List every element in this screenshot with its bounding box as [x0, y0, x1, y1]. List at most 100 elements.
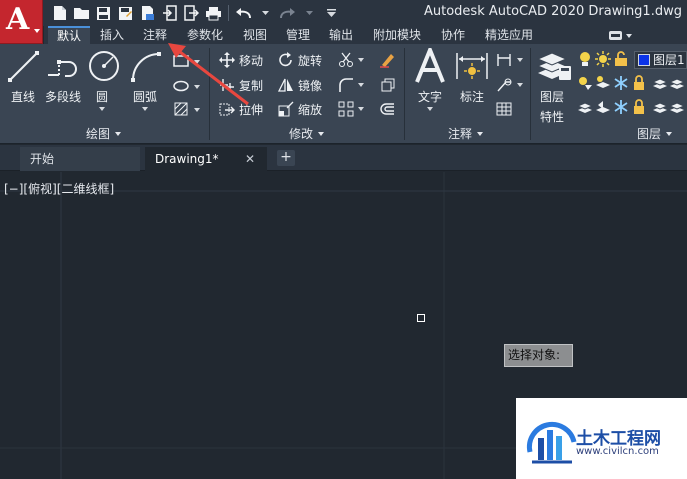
undo-dropdown-icon[interactable] [256, 4, 275, 22]
add-tab-button[interactable]: + [277, 150, 295, 166]
layer-lock-icon[interactable] [630, 98, 648, 116]
line-tool-label: 直线 [10, 90, 35, 104]
export-icon[interactable] [182, 4, 201, 22]
application-menu-button[interactable]: A [0, 0, 43, 44]
mirror-tool-button[interactable]: 镜像 [277, 75, 322, 95]
import-icon[interactable] [160, 4, 179, 22]
new-icon[interactable] [50, 4, 69, 22]
layer-match-icon[interactable] [576, 98, 594, 116]
layer-thaw-icon[interactable] [594, 50, 612, 68]
dimension-tool-button[interactable]: 标注 [452, 48, 492, 105]
redo-dropdown-icon[interactable] [300, 4, 319, 22]
chevron-down-icon[interactable] [517, 58, 523, 62]
dimension-tool-label: 标注 [459, 90, 484, 104]
layer-dropdown[interactable]: 图层1 [634, 51, 687, 69]
fillet-icon[interactable] [337, 76, 355, 94]
layer-off-icon[interactable] [576, 74, 594, 92]
dimension-icon [454, 48, 490, 84]
layer-walk-icon[interactable] [651, 74, 669, 92]
arc-tool-button[interactable]: 圆弧 [128, 48, 162, 111]
rectangle-icon[interactable] [172, 52, 190, 70]
customize-icon[interactable] [322, 4, 341, 22]
copy-tool-button[interactable]: 复制 [218, 75, 263, 95]
redo-icon[interactable] [278, 4, 297, 22]
chevron-down-icon[interactable] [194, 60, 200, 64]
offset-icon[interactable] [378, 100, 396, 118]
tab-parametric[interactable]: 参数化 [178, 26, 232, 44]
layer-calculator-icon[interactable] [556, 64, 574, 82]
tab-output[interactable]: 输出 [321, 26, 361, 44]
copy-tool-label: 复制 [239, 78, 264, 93]
print-icon[interactable] [204, 4, 223, 22]
open-icon[interactable] [72, 4, 91, 22]
leader-icon[interactable] [495, 76, 513, 94]
layer-unlock-icon[interactable] [612, 50, 630, 68]
circle-tool-button[interactable]: 圆 [86, 48, 119, 111]
close-icon[interactable]: ✕ [245, 147, 255, 171]
save-icon[interactable] [94, 4, 113, 22]
text-tool-button[interactable]: 文字 [410, 48, 450, 111]
line-tool-button[interactable]: 直线 [6, 48, 40, 105]
chevron-down-icon[interactable] [358, 83, 364, 87]
layer-previous-icon[interactable] [594, 98, 612, 116]
panel-divider [404, 48, 405, 140]
ellipse-icon[interactable] [172, 77, 190, 95]
chevron-down-icon[interactable] [358, 107, 364, 111]
circle-icon [86, 48, 122, 84]
scale-tool-button[interactable]: 缩放 [277, 99, 322, 119]
title-bar: Autodesk AutoCAD 2020 Drawing1.dwg [0, 0, 687, 26]
tab-insert[interactable]: 插入 [92, 26, 132, 44]
layer-properties-button[interactable]: 图层 特性 [534, 48, 570, 125]
file-tab-start[interactable]: 开始 [20, 147, 140, 171]
trim-icon[interactable] [337, 51, 355, 69]
chevron-down-icon[interactable] [194, 85, 200, 89]
layer-walk-icon[interactable] [668, 74, 686, 92]
erase-icon[interactable] [378, 51, 396, 69]
file-tab-drawing1[interactable]: Drawing1* ✕ [145, 147, 267, 171]
circle-tool-label: 圆 [95, 90, 108, 104]
chevron-down-icon[interactable] [517, 83, 523, 87]
move-tool-button[interactable]: 移动 [218, 50, 263, 70]
layer-merge-icon[interactable] [651, 98, 669, 116]
toolbar-separator [228, 5, 229, 21]
layer-freeze-icon[interactable] [612, 74, 630, 92]
draw-panel-title[interactable]: 绘图 [86, 125, 122, 143]
tab-view[interactable]: 视图 [235, 26, 275, 44]
quick-access-toolbar [50, 3, 341, 23]
undo-icon[interactable] [234, 4, 253, 22]
annotation-panel-title[interactable]: 注释 [448, 125, 484, 143]
viewport-controls[interactable]: [−][俯视][二维线框] [4, 180, 114, 197]
tab-default[interactable]: 默认 [48, 26, 90, 44]
explode-icon[interactable] [378, 76, 396, 94]
arc-icon [128, 48, 164, 84]
move-tool-label: 移动 [239, 53, 264, 68]
chevron-down-icon [142, 107, 148, 111]
layer-on-icon[interactable] [576, 50, 594, 68]
tab-annotate[interactable]: 注释 [135, 26, 175, 44]
tab-addins[interactable]: 附加模块 [364, 26, 430, 44]
chevron-down-icon[interactable] [194, 108, 200, 112]
tab-featured-apps[interactable]: 精选应用 [476, 26, 542, 44]
array-icon[interactable] [337, 100, 355, 118]
ribbon-display-toggle[interactable] [608, 30, 634, 41]
rotate-tool-button[interactable]: 旋转 [277, 50, 322, 70]
layers-panel-title[interactable]: 图层 [637, 125, 673, 143]
modify-panel-title[interactable]: 修改 [289, 125, 325, 143]
tab-collaborate[interactable]: 协作 [433, 26, 473, 44]
save-as-icon[interactable] [116, 4, 135, 22]
stretch-tool-button[interactable]: 拉伸 [218, 99, 263, 119]
hatch-icon[interactable] [172, 100, 190, 118]
drawing-canvas[interactable]: [−][俯视][二维线框] 选择对象: 土木工程网 www.civilcn.co… [0, 172, 687, 479]
mirror-icon [277, 76, 295, 94]
layer-isolate-icon[interactable] [594, 74, 612, 92]
layer-freeze-icon[interactable] [612, 98, 630, 116]
layer-lock-icon[interactable] [630, 74, 648, 92]
layer-merge-icon[interactable] [668, 98, 686, 116]
linear-dimension-icon[interactable] [495, 51, 513, 69]
polyline-tool-button[interactable]: 多段线 [42, 48, 84, 105]
table-icon[interactable] [495, 100, 513, 118]
publish-icon[interactable] [138, 4, 157, 22]
tab-manage[interactable]: 管理 [278, 26, 318, 44]
chevron-down-icon[interactable] [358, 58, 364, 62]
watermark: 土木工程网 www.civilcn.com [516, 398, 687, 479]
